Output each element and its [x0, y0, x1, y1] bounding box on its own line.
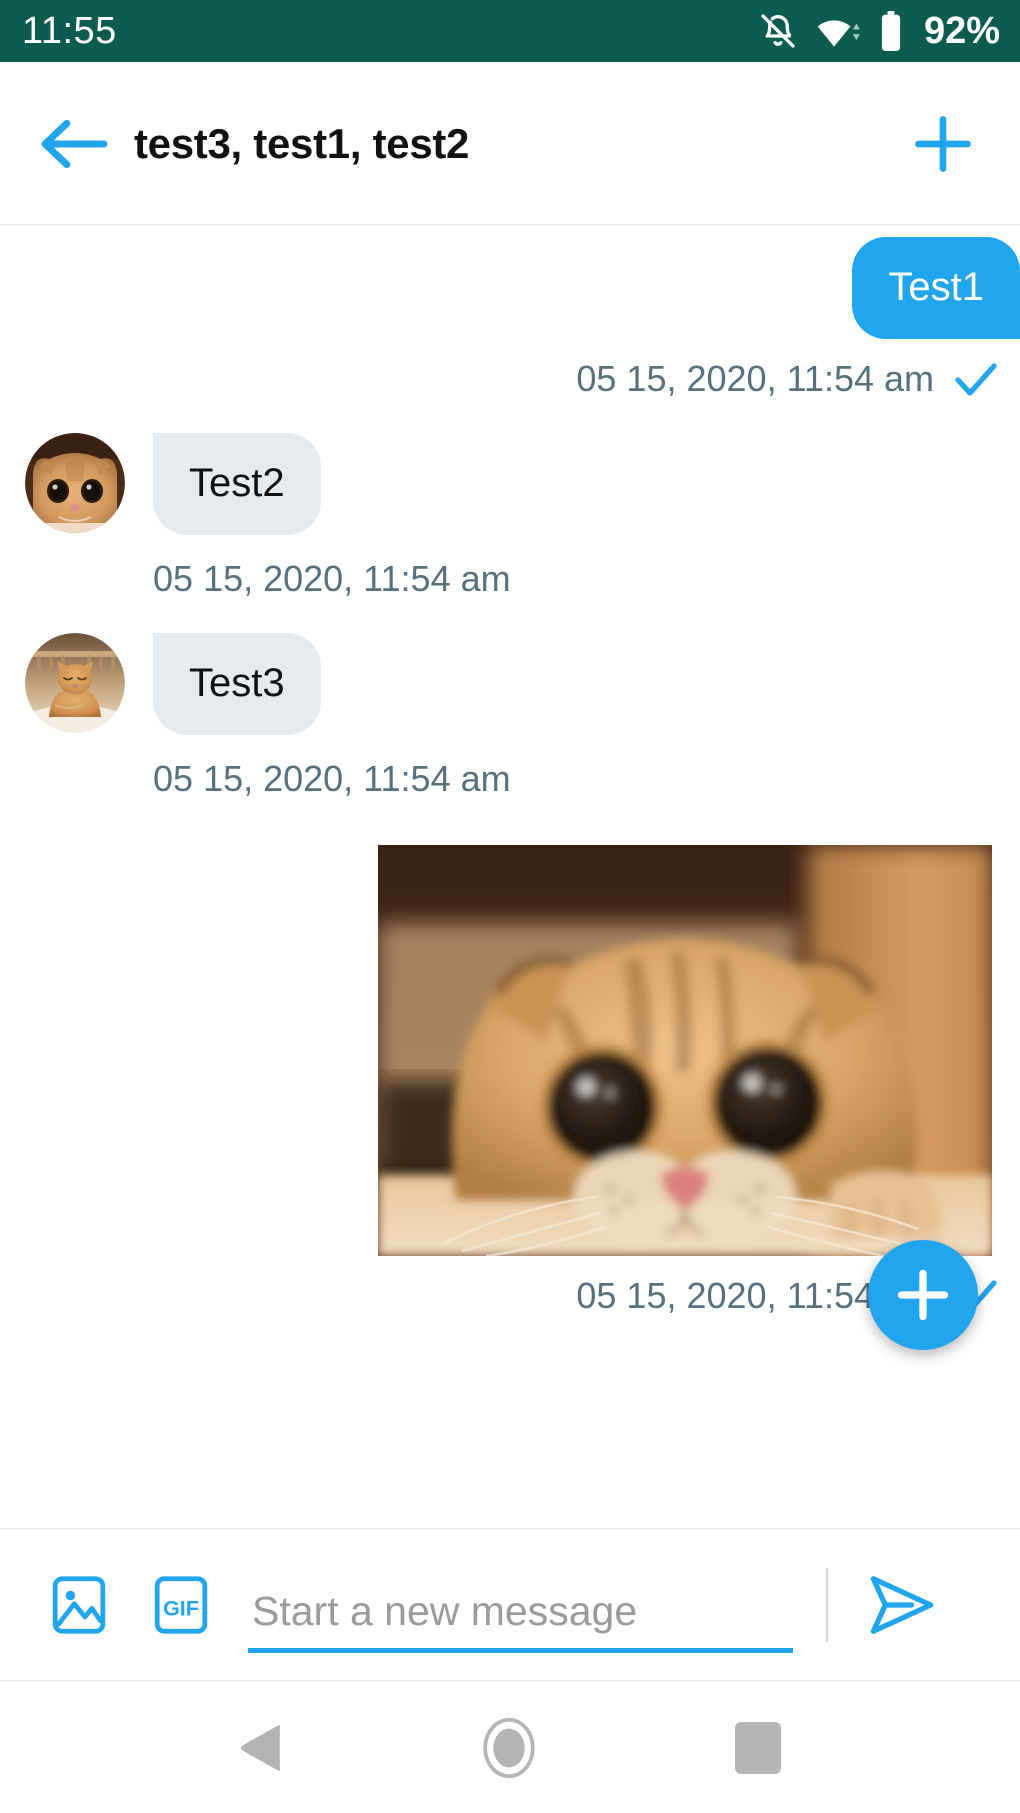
android-nav-bar — [0, 1682, 1020, 1813]
status-bar: 11:55 92% — [0, 0, 1020, 62]
message-timestamp: 05 15, 2020, 11:54 am — [153, 558, 511, 599]
input-vertical-divider — [826, 1568, 828, 1642]
status-clock: 11:55 — [22, 10, 117, 52]
message-input-field[interactable]: Start a new message — [248, 1557, 793, 1653]
image-attachment[interactable] — [378, 845, 992, 1256]
bell-off-icon — [758, 11, 798, 51]
gif-icon: GIF — [152, 1574, 210, 1636]
arrow-left-icon — [38, 117, 108, 171]
message-meta: 05 15, 2020, 11:54 am — [0, 761, 1020, 797]
image-picker-icon — [48, 1574, 110, 1636]
nav-back-button[interactable] — [236, 1722, 282, 1774]
svg-text:GIF: GIF — [163, 1596, 199, 1620]
image-picker-button[interactable] — [48, 1574, 110, 1636]
message-bubble[interactable]: Test2 — [153, 433, 321, 535]
send-button[interactable] — [866, 1574, 938, 1636]
battery-icon — [880, 11, 902, 51]
back-button[interactable] — [18, 117, 128, 171]
avatar[interactable] — [25, 633, 125, 733]
plus-icon — [914, 115, 972, 173]
phone-screen: 11:55 92% test3, test1, test2 Test1 05 1… — [0, 0, 1020, 1813]
message-input-placeholder: Start a new message — [252, 1588, 638, 1634]
message-input-bar: GIF Start a new message — [0, 1530, 1020, 1680]
message-row-incoming: Test2 — [0, 433, 1020, 535]
message-row-outgoing-image — [0, 845, 1020, 1256]
nav-home-button[interactable] — [481, 1717, 537, 1779]
add-attachment-fab[interactable] — [868, 1240, 978, 1350]
message-meta: 05 15, 2020, 11:54 am — [0, 561, 1020, 597]
message-meta: 05 15, 2020, 11:54 am — [0, 1278, 1020, 1314]
message-input-underline — [248, 1648, 793, 1653]
message-timestamp: 05 15, 2020, 11:54 am — [153, 758, 511, 799]
nav-recents-button[interactable] — [735, 1721, 781, 1774]
wifi-icon — [816, 11, 862, 51]
check-icon — [954, 361, 998, 397]
chat-header: test3, test1, test2 — [0, 62, 1020, 225]
cat-peeking-avatar-image — [25, 433, 125, 533]
gif-picker-button[interactable]: GIF — [152, 1574, 210, 1636]
plus-icon — [895, 1267, 951, 1323]
message-meta: 05 15, 2020, 11:54 am — [0, 361, 1020, 397]
message-row-outgoing: Test1 — [0, 237, 1020, 339]
message-list[interactable]: Test1 05 15, 2020, 11:54 am Test2 05 15,… — [0, 226, 1020, 1514]
nav-home-circle-icon — [481, 1717, 537, 1779]
message-bubble[interactable]: Test1 — [852, 237, 1020, 339]
add-participant-button[interactable] — [914, 115, 972, 173]
message-timestamp: 05 15, 2020, 11:54 am — [576, 358, 934, 399]
page-title: test3, test1, test2 — [134, 119, 470, 167]
scottish-fold-cat-photo-image — [378, 845, 992, 1256]
status-icons: 92% — [758, 11, 1000, 51]
nav-back-triangle-icon — [236, 1722, 282, 1774]
cat-lying-avatar-image — [25, 633, 125, 733]
message-row-incoming: Test3 — [0, 633, 1020, 735]
message-bubble[interactable]: Test3 — [153, 633, 321, 735]
send-icon — [866, 1574, 938, 1636]
battery-percent-label: 92% — [923, 10, 1000, 52]
avatar[interactable] — [25, 433, 125, 533]
